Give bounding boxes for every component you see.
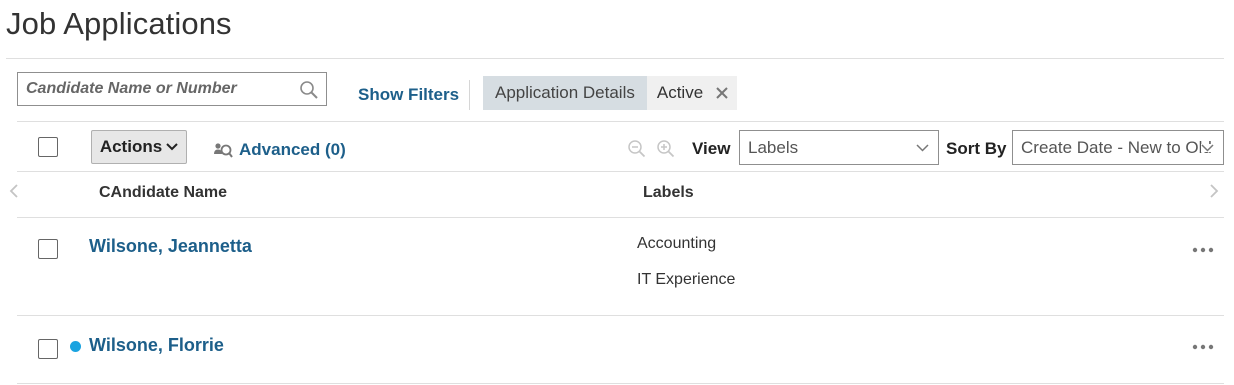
search-input[interactable] <box>18 73 288 105</box>
filter-chip-application-details[interactable]: Application Details <box>483 76 647 110</box>
advanced-search-icon <box>214 142 233 158</box>
label-item: IT Experience <box>637 271 736 288</box>
row-divider <box>17 383 1224 384</box>
page-title: Job Applications <box>6 6 232 41</box>
filters-divider <box>17 121 1224 122</box>
select-all-checkbox[interactable] <box>38 137 58 157</box>
view-select-value: Labels <box>748 138 799 157</box>
filter-chips: Application Details Active <box>483 76 738 110</box>
sort-by-select[interactable]: Create Date - New to Old <box>1012 130 1224 165</box>
row-checkbox[interactable] <box>38 339 58 359</box>
toolbar-divider <box>17 171 1224 172</box>
header-divider <box>17 217 1224 218</box>
close-icon[interactable] <box>715 86 729 100</box>
candidate-name-link[interactable]: Wilsone, Jeannetta <box>89 236 252 257</box>
zoom-in-icon[interactable] <box>656 139 675 158</box>
row-checkbox[interactable] <box>38 239 58 259</box>
filter-separator <box>469 80 470 110</box>
chevron-down-icon <box>166 143 178 151</box>
chevron-right-icon[interactable] <box>1209 183 1219 199</box>
show-filters-link[interactable]: Show Filters <box>358 85 459 105</box>
view-select[interactable]: Labels <box>739 130 939 165</box>
chevron-down-icon <box>1201 144 1214 152</box>
candidate-name-link[interactable]: Wilsone, Florrie <box>89 335 224 356</box>
chevron-down-icon <box>916 144 929 152</box>
title-divider <box>6 58 1224 59</box>
column-header-candidate-name[interactable]: CAndidate Name <box>99 184 227 202</box>
new-application-indicator <box>70 341 81 352</box>
filter-chip-active-label: Active <box>656 83 704 102</box>
search-icon[interactable] <box>299 80 319 100</box>
filter-chip-active[interactable]: Active <box>646 76 738 110</box>
search-field[interactable] <box>17 72 327 106</box>
actions-button[interactable]: Actions <box>91 130 187 164</box>
zoom-out-icon[interactable] <box>627 139 646 158</box>
advanced-search-link[interactable]: Advanced (0) <box>213 140 346 160</box>
more-options-icon[interactable] <box>1192 247 1214 253</box>
view-label: View <box>692 139 731 158</box>
label-item: Accounting <box>637 235 717 252</box>
sort-by-select-value: Create Date - New to Old <box>1021 138 1212 157</box>
chevron-left-icon[interactable] <box>9 183 19 199</box>
row-divider <box>17 315 1224 316</box>
advanced-label: Advanced (0) <box>239 140 346 159</box>
column-header-labels[interactable]: Labels <box>643 184 694 202</box>
actions-label: Actions <box>99 137 163 156</box>
sort-by-label: Sort By <box>946 139 1007 158</box>
more-options-icon[interactable] <box>1192 344 1214 350</box>
